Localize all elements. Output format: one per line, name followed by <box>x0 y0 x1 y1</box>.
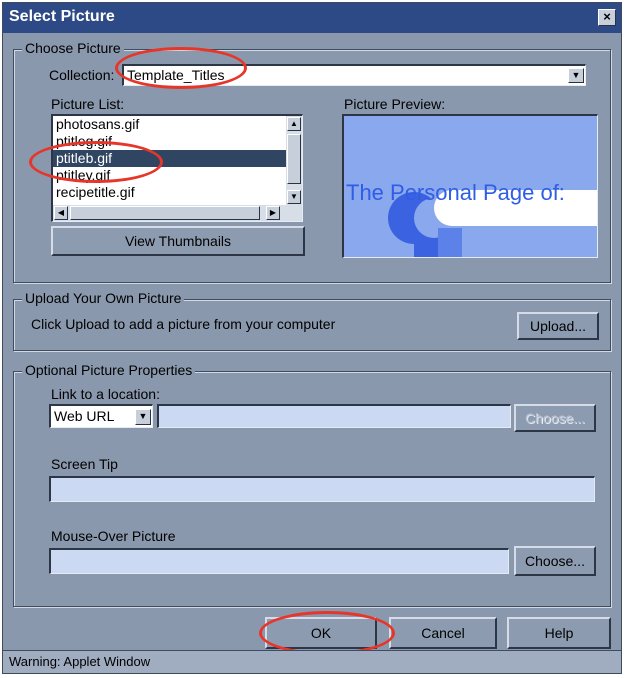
dropdown-arrow-icon[interactable]: ▼ <box>568 68 584 83</box>
optional-properties-group: Optional Picture Properties Link to a lo… <box>13 362 611 607</box>
link-label: Link to a location: <box>51 386 160 402</box>
scroll-right-icon[interactable]: ▶ <box>266 206 280 220</box>
help-button[interactable]: Help <box>507 617 611 649</box>
screen-tip-label: Screen Tip <box>51 456 118 472</box>
dialog-title: Select Picture <box>9 8 115 25</box>
upload-legend: Upload Your Own Picture <box>22 290 185 306</box>
screen-tip-input[interactable] <box>49 476 595 502</box>
mouseover-choose-button[interactable]: Choose... <box>514 546 596 576</box>
scroll-down-icon[interactable]: ▼ <box>287 190 301 204</box>
scroll-left-icon[interactable]: ◀ <box>54 206 68 220</box>
link-url-input[interactable] <box>157 404 511 428</box>
cancel-button[interactable]: Cancel <box>389 617 497 649</box>
status-text: Warning: Applet Window <box>9 654 151 669</box>
upload-description: Click Upload to add a picture from your … <box>31 316 336 332</box>
title-bar[interactable]: Select Picture × <box>3 3 621 33</box>
highlight-circle-selection <box>29 141 163 183</box>
link-type-select[interactable]: Web URL ▼ <box>49 404 153 428</box>
view-thumbnails-button[interactable]: View Thumbnails <box>51 226 305 256</box>
picture-preview: The Personal Page of: <box>342 114 598 258</box>
status-bar: Warning: Applet Window <box>3 650 621 673</box>
scroll-up-icon[interactable]: ▲ <box>287 117 301 131</box>
dropdown-arrow-icon[interactable]: ▼ <box>135 409 151 425</box>
link-choose-button[interactable]: Choose... <box>514 404 596 432</box>
select-picture-dialog: Select Picture × Choose Picture Collecti… <box>2 2 622 674</box>
vertical-scrollbar[interactable]: ▲ ▼ <box>286 116 302 206</box>
list-item[interactable]: recipetitle.gif <box>53 184 302 201</box>
highlight-circle-collection <box>115 47 247 89</box>
upload-group: Upload Your Own Picture Click Upload to … <box>13 290 611 351</box>
picture-list-label: Picture List: <box>51 96 125 112</box>
h-scroll-thumb[interactable] <box>70 206 260 220</box>
horizontal-scrollbar[interactable]: ◀ ▶ <box>53 205 302 221</box>
picture-preview-label: Picture Preview: <box>344 96 446 112</box>
link-type-value: Web URL <box>54 408 115 424</box>
mouseover-label: Mouse-Over Picture <box>51 528 176 544</box>
highlight-circle-ok <box>259 611 395 655</box>
choose-picture-legend: Choose Picture <box>22 40 124 56</box>
upload-button[interactable]: Upload... <box>517 312 599 340</box>
mouseover-input[interactable] <box>49 548 509 574</box>
optional-properties-legend: Optional Picture Properties <box>22 362 196 378</box>
collection-label: Collection: <box>49 67 115 83</box>
close-icon[interactable]: × <box>598 9 616 26</box>
scroll-thumb[interactable] <box>287 134 301 184</box>
list-item[interactable]: photosans.gif <box>53 116 302 133</box>
preview-text: The Personal Page of: <box>346 180 565 205</box>
